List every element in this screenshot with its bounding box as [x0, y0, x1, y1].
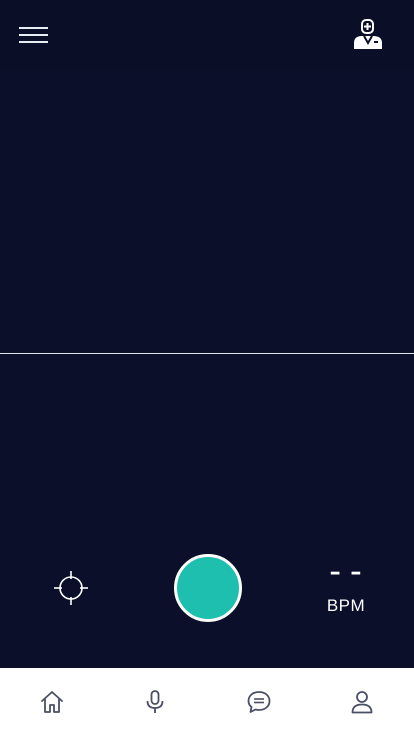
hamburger-menu-icon[interactable] — [18, 22, 50, 48]
bottom-navigation — [0, 668, 414, 736]
bpm-unit-label: BPM — [326, 596, 366, 615]
crosshair-icon[interactable] — [52, 569, 90, 607]
home-icon[interactable] — [27, 677, 77, 727]
microphone-icon[interactable] — [130, 677, 180, 727]
profile-icon[interactable] — [337, 677, 387, 727]
waveform-baseline — [0, 353, 414, 354]
top-bar — [0, 0, 414, 70]
bpm-display: – – BPM — [318, 562, 374, 622]
doctor-icon[interactable] — [349, 16, 387, 54]
heart-monitor-screen: – – BPM — [0, 0, 414, 736]
bpm-value: – – — [329, 562, 363, 584]
record-button[interactable] — [174, 554, 242, 622]
control-panel: – – BPM — [0, 540, 414, 668]
chat-icon[interactable] — [234, 677, 284, 727]
waveform-area — [0, 70, 414, 540]
